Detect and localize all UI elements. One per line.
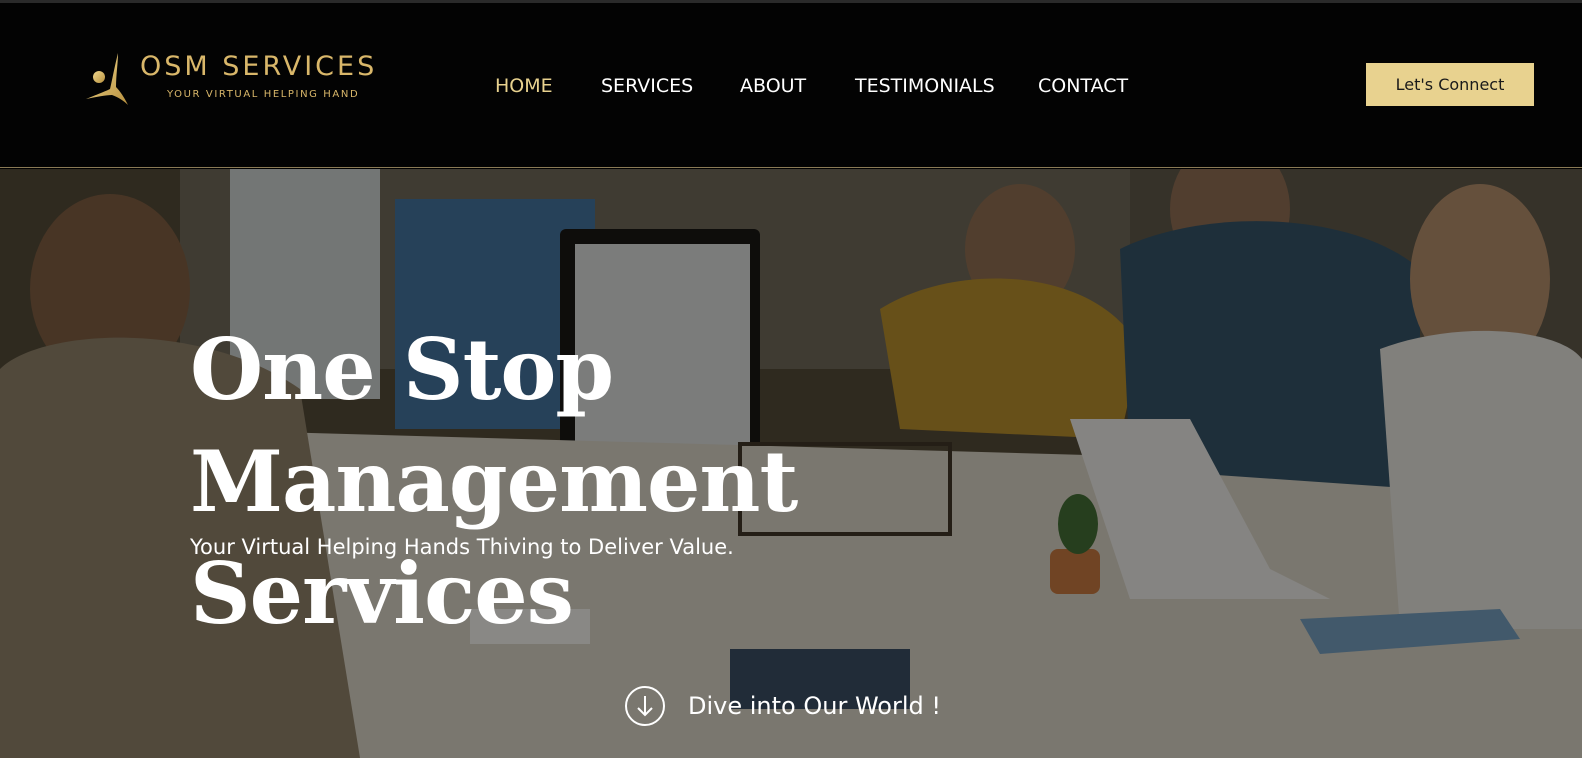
main-nav: HOME SERVICES ABOUT TESTIMONIALS CONTACT [0,3,1582,168]
hero-title-line1: One Stop Management [190,320,798,531]
nav-contact[interactable]: CONTACT [1038,75,1128,97]
site-header: OSM SERVICES YOUR VIRTUAL HELPING HAND H… [0,3,1582,168]
nav-services[interactable]: SERVICES [601,75,693,97]
hero-section: One Stop Management Services Your Virtua… [0,169,1582,758]
nav-home[interactable]: HOME [495,75,553,97]
nav-about[interactable]: ABOUT [740,75,806,97]
arrow-down-circle-icon [625,686,665,726]
hero-subtitle: Your Virtual Helping Hands Thiving to De… [190,535,734,559]
scroll-down-link[interactable]: Dive into Our World ! [624,684,941,728]
nav-testimonials[interactable]: TESTIMONIALS [855,75,995,97]
hero-title: One Stop Management Services [190,314,1240,650]
scroll-down-label: Dive into Our World ! [688,692,941,720]
lets-connect-button[interactable]: Let's Connect [1366,63,1534,106]
